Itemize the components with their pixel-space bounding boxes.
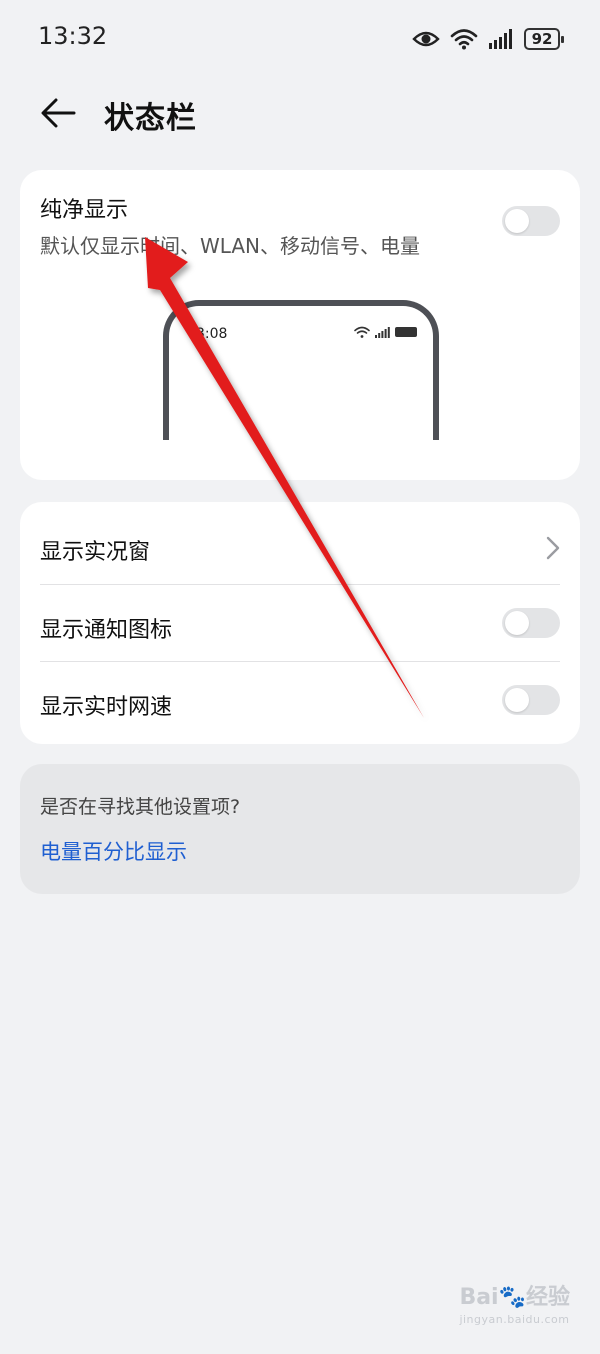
notification-icons-toggle[interactable] bbox=[502, 608, 560, 638]
battery-level: 92 bbox=[531, 30, 553, 48]
search-hint-card: 是否在寻找其他设置项? 电量百分比显示 bbox=[20, 764, 580, 894]
status-icons: 92 bbox=[412, 24, 564, 54]
clean-display-subtitle: 默认仅显示时间、WLAN、移动信号、电量 bbox=[40, 234, 421, 258]
battery-icon bbox=[395, 327, 417, 337]
toggle-knob bbox=[505, 611, 529, 635]
signal-icon bbox=[489, 29, 512, 49]
battery-icon: 92 bbox=[524, 28, 564, 50]
signal-icon bbox=[375, 326, 390, 338]
network-speed-toggle[interactable] bbox=[502, 685, 560, 715]
toggle-knob bbox=[505, 209, 529, 233]
setting-row-network-speed: 显示实时网速 bbox=[20, 661, 580, 739]
setting-label: 显示通知图标 bbox=[40, 618, 173, 643]
setting-label: 显示实时网速 bbox=[40, 695, 173, 720]
status-bar-preview: 3:08 bbox=[163, 300, 439, 440]
baidu-watermark-logo: Bai🐾经验 jingyan.baidu.com bbox=[459, 1285, 570, 1326]
title-bar: 状态栏 bbox=[0, 78, 600, 148]
setting-label: 显示实况窗 bbox=[40, 540, 151, 565]
wifi-icon bbox=[450, 29, 478, 50]
clean-display-card: 纯净显示 默认仅显示时间、WLAN、移动信号、电量 3:08 bbox=[20, 170, 580, 480]
status-bar: 13:32 92 bbox=[0, 0, 600, 76]
wifi-icon bbox=[354, 326, 370, 338]
back-arrow-icon[interactable] bbox=[38, 92, 80, 134]
setting-row-live-window[interactable]: 显示实况窗 bbox=[20, 506, 580, 584]
settings-card: 显示实况窗 显示通知图标 显示实时网速 bbox=[20, 502, 580, 744]
battery-percentage-link[interactable]: 电量百分比显示 bbox=[40, 836, 187, 866]
preview-icons bbox=[354, 326, 417, 338]
clean-display-toggle[interactable] bbox=[502, 206, 560, 236]
status-time: 13:32 bbox=[38, 22, 108, 50]
page-title: 状态栏 bbox=[104, 101, 197, 136]
toggle-knob bbox=[505, 688, 529, 712]
preview-time: 3:08 bbox=[196, 326, 228, 342]
search-hint-question: 是否在寻找其他设置项? bbox=[40, 796, 241, 818]
eye-icon bbox=[412, 31, 440, 47]
setting-row-notification-icons: 显示通知图标 bbox=[20, 584, 580, 662]
clean-display-title: 纯净显示 bbox=[40, 198, 129, 223]
chevron-right-icon bbox=[546, 536, 560, 560]
